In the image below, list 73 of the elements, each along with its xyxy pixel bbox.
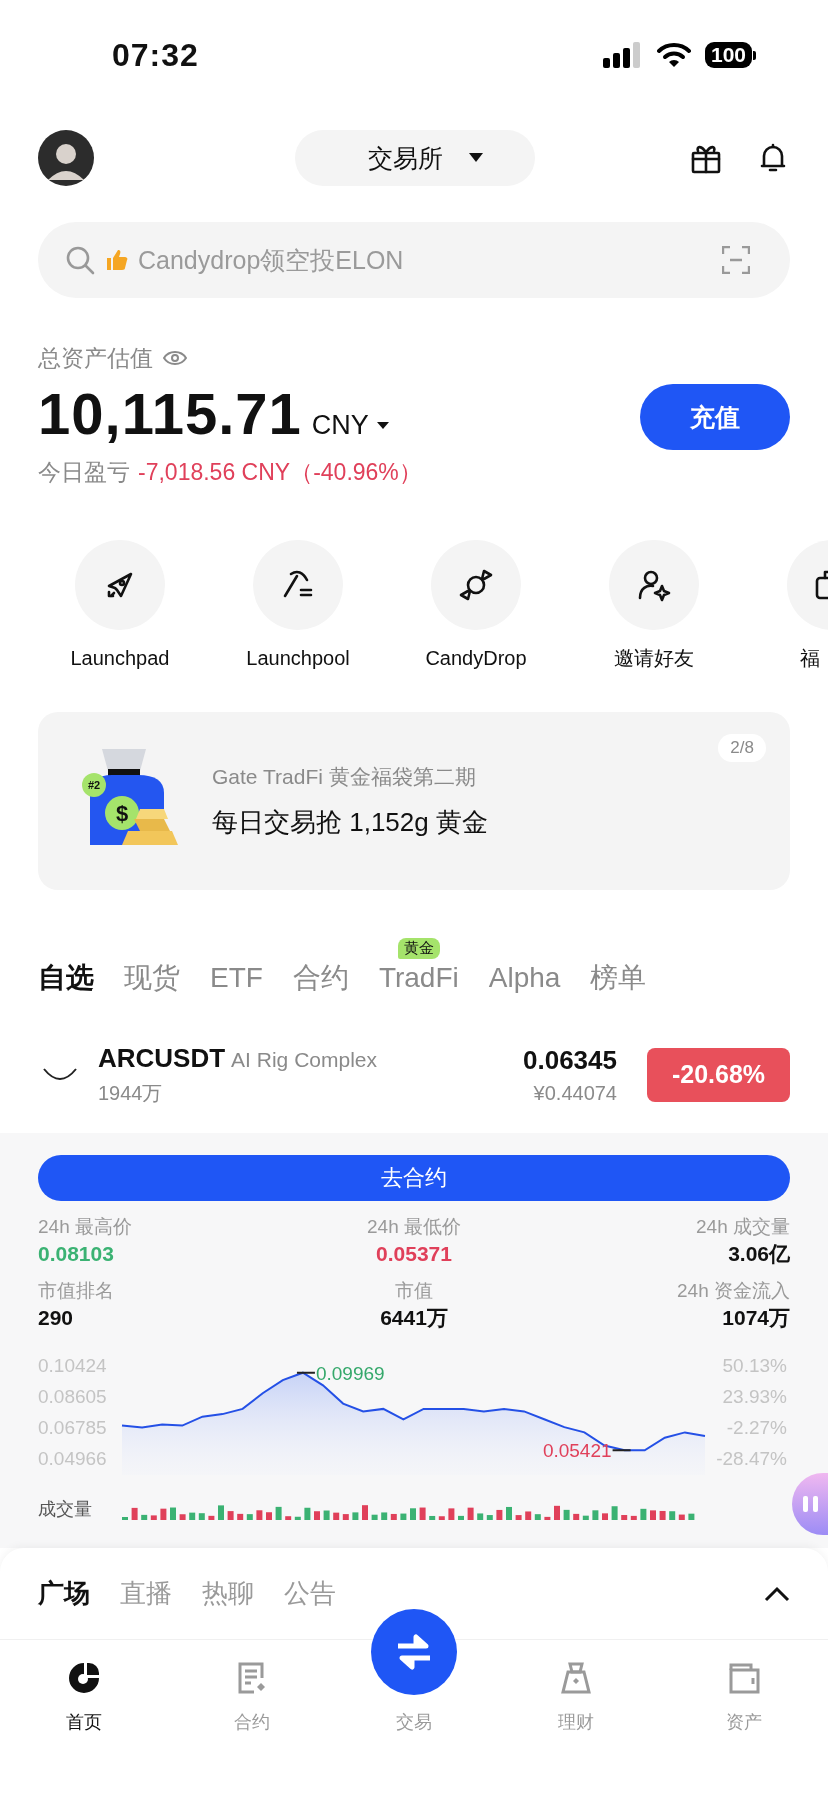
total-assets-label: 总资产估值 [38,343,153,373]
leader-line [295,1371,316,1374]
wifi-icon [656,42,691,68]
thumbs-up-icon [106,249,128,271]
stat-value: 0.08103 [38,1241,115,1267]
banner-title[interactable]: 每日交易抢 1,152g 黄金 [212,804,488,840]
stat-value: 3.06亿 [728,1241,790,1267]
high-price-label: 0.09969 [315,1362,385,1384]
stat-label: 24h 最高价 [38,1215,133,1239]
stat-value: 1074万 [722,1305,790,1331]
nav-tab[interactable]: 交易 [396,1710,432,1734]
exchange-selector[interactable]: 交易所 [295,130,535,186]
caret-icon [468,153,483,163]
home-icon [66,1660,102,1696]
signal-icon [602,42,643,68]
shortcut-label[interactable]: 福 [800,646,820,670]
shortcut-label[interactable]: Launchpad [70,646,170,670]
feed-tab[interactable]: 广场 [38,1576,90,1611]
nav-tab[interactable]: 理财 [492,1640,660,1800]
leader-line [611,1449,632,1452]
clock-time: 07:32 [112,36,199,74]
volume-label: 成交量 [38,1498,92,1521]
deposit-button[interactable]: 充值 [640,384,790,450]
low-price-label: 0.05421 [542,1440,612,1462]
coin-name: AI Rig Complex [231,1047,377,1072]
stat-label: 市值 [395,1279,433,1303]
stat-label: 24h 成交量 [696,1215,790,1239]
caret-icon [376,421,389,430]
total-assets-value: 10,115.71 [38,380,302,447]
coin-symbol[interactable]: ARCUSDT [98,1042,226,1074]
market-tab[interactable]: 合约 [292,959,349,997]
tab-badge: 黄金 [397,938,440,959]
market-tab[interactable]: TradFi [378,962,459,994]
change-badge[interactable]: -20.68% [647,1047,790,1102]
banner-subtitle: Gate TradFi 黄金福袋第二期 [212,763,477,790]
search-field[interactable]: Candydrop领空投ELON [38,222,790,298]
market-tab[interactable]: Alpha [488,962,561,994]
stat-value: 0.05371 [376,1241,452,1267]
assistant-bubble-icon[interactable] [792,1473,828,1535]
bag-icon [558,1660,594,1696]
volume-text: 1944万 [98,1080,164,1106]
scan-icon[interactable] [722,246,750,274]
feed-tab[interactable]: 直播 [120,1576,172,1611]
money-bag-drawing: #2 $ [82,749,186,853]
shortcut-label[interactable]: Launchpool [246,646,350,670]
go-futures-button[interactable]: 去合约 [38,1155,790,1201]
pnl-value: -7,018.56 CNY（-40.96%） [138,457,422,487]
shortcut-label[interactable]: CandyDrop [425,646,527,670]
shortcut-label[interactable]: 邀请好友 [614,646,694,670]
coin-logo-icon [42,1066,78,1083]
eye-icon[interactable] [163,349,187,367]
chevron-up-icon[interactable] [764,1585,790,1602]
currency-selector[interactable]: CNY [311,410,389,441]
market-tab[interactable]: ETF [210,962,263,994]
price-cny: ¥0.44074 [533,1081,617,1105]
stat-label: 24h 最低价 [367,1215,461,1239]
nav-tab[interactable]: 合约 [168,1640,336,1800]
nav-tab[interactable]: 资产 [660,1640,828,1800]
bell-icon[interactable] [758,142,788,174]
stat-label: 市值排名 [38,1279,115,1303]
market-tab[interactable]: 现货 [124,959,180,997]
market-tab[interactable]: 自选 [38,959,94,997]
stat-value: 290 [38,1305,75,1331]
pnl-label: 今日盈亏 [38,457,130,487]
stat-label: 24h 资金流入 [677,1279,790,1303]
market-tab[interactable]: 榜单 [590,959,647,997]
nav-tab[interactable]: 首页 [0,1640,168,1800]
avatar-icon[interactable] [38,130,94,186]
stat-value: 6441万 [380,1305,448,1331]
search-icon [64,244,96,276]
last-price: 0.06345 [523,1044,617,1076]
page-indicator: 2/8 [718,734,766,762]
battery-indicator: 100 [704,42,756,68]
